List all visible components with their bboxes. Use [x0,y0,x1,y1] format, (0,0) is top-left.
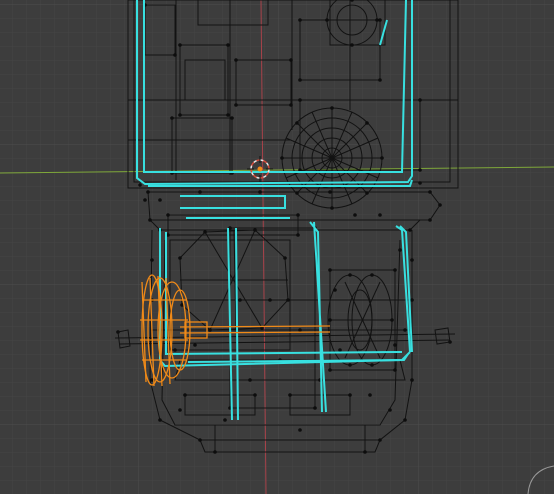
mesh-vertex [203,230,207,234]
mesh-vertex [298,328,302,332]
mesh-vertex [208,328,212,332]
mesh-vertex [298,428,302,432]
mesh-vertex [410,378,414,382]
mesh-vertex [158,198,162,202]
mesh-vertex [348,273,352,277]
mesh-vertex [296,233,300,237]
mesh-vertex [173,53,177,57]
mesh-vertex [286,298,290,302]
viewport-canvas[interactable] [0,0,554,494]
mesh-vertex [348,363,352,367]
mesh-vertex [368,393,372,397]
mesh-vertex [178,113,182,117]
mesh-vertex [170,116,174,120]
mesh-vertex [289,103,293,107]
mesh-vertex [328,190,332,194]
mesh-vertex [298,78,302,82]
mesh-vertex [328,318,332,322]
mesh-vertex [375,18,379,22]
mesh-vertex [328,368,332,372]
mesh-vertex [138,183,142,187]
mesh-vertex [268,298,272,302]
mesh-vertex [238,298,242,302]
mesh-vertex [370,363,374,367]
mesh-vertex [353,213,357,217]
mesh-vertex [403,418,407,422]
mesh-vertex [393,268,397,272]
mesh-vertex [393,368,397,372]
mesh-vertex [234,58,238,62]
mesh-vertex [178,256,182,260]
mesh-vertex [388,408,392,412]
mesh-vertex [143,198,147,202]
mesh-vertex [370,273,374,277]
mesh-vertex [298,18,302,22]
mesh-vertex [289,58,293,62]
mesh-vertex [390,318,394,322]
mesh-vertex [378,78,382,82]
mesh-vertex [226,113,230,117]
mesh-vertex [230,116,234,120]
mesh-vertex [330,206,334,210]
mesh-vertex [258,190,262,194]
mesh-vertex [295,191,299,195]
mesh-vertex [398,248,402,252]
mesh-vertex [350,43,354,47]
mesh-vertex [183,393,187,397]
mesh-vertex [378,438,382,442]
mesh-vertex [365,191,369,195]
mesh-vertex [410,298,414,302]
mesh-vertex [393,343,397,347]
mesh-vertex [198,190,202,194]
mesh-vertex [283,256,287,260]
mesh-vertex [296,213,300,217]
mesh-vertex [223,418,227,422]
mesh-vertex [410,258,414,262]
mesh-vertex [418,181,422,185]
mesh-vertex [150,258,154,262]
mesh-vertex [418,98,422,102]
mesh-vertex [158,418,162,422]
mesh-vertex [295,121,299,125]
3d-viewport[interactable] [0,0,554,494]
mesh-vertex [325,18,329,22]
mesh-vertex [338,348,342,352]
mesh-vertex [148,218,152,222]
mesh-vertex [380,156,384,160]
mesh-vertex [248,378,252,382]
mesh-vertex [298,98,302,102]
mesh-vertex [378,213,382,217]
mesh-vertex [408,228,412,232]
mesh-vertex [348,393,352,397]
mesh-vertex [418,168,422,172]
mesh-vertex [166,213,170,217]
mesh-vertex [365,121,369,125]
mesh-vertex [280,156,284,160]
mesh-vertex [173,348,177,352]
mesh-vertex [146,190,150,194]
mesh-vertex [178,43,182,47]
mesh-vertex [438,203,442,207]
mesh-vertex [253,393,257,397]
mesh-vertex [363,450,367,454]
mesh-vertex [234,103,238,107]
mesh-vertex [403,328,407,332]
mesh-vertex [333,288,337,292]
mesh-vertex [178,408,182,412]
mesh-vertex [330,106,334,110]
mesh-vertex [198,438,202,442]
mesh-vertex [226,43,230,47]
mesh-vertex [428,218,432,222]
mesh-vertex [313,406,317,410]
mesh-vertex [193,343,197,347]
mesh-vertex [428,190,432,194]
mesh-vertex [253,228,257,232]
mesh-vertex [288,393,292,397]
mesh-vertex [328,268,332,272]
mesh-vertex [213,450,217,454]
